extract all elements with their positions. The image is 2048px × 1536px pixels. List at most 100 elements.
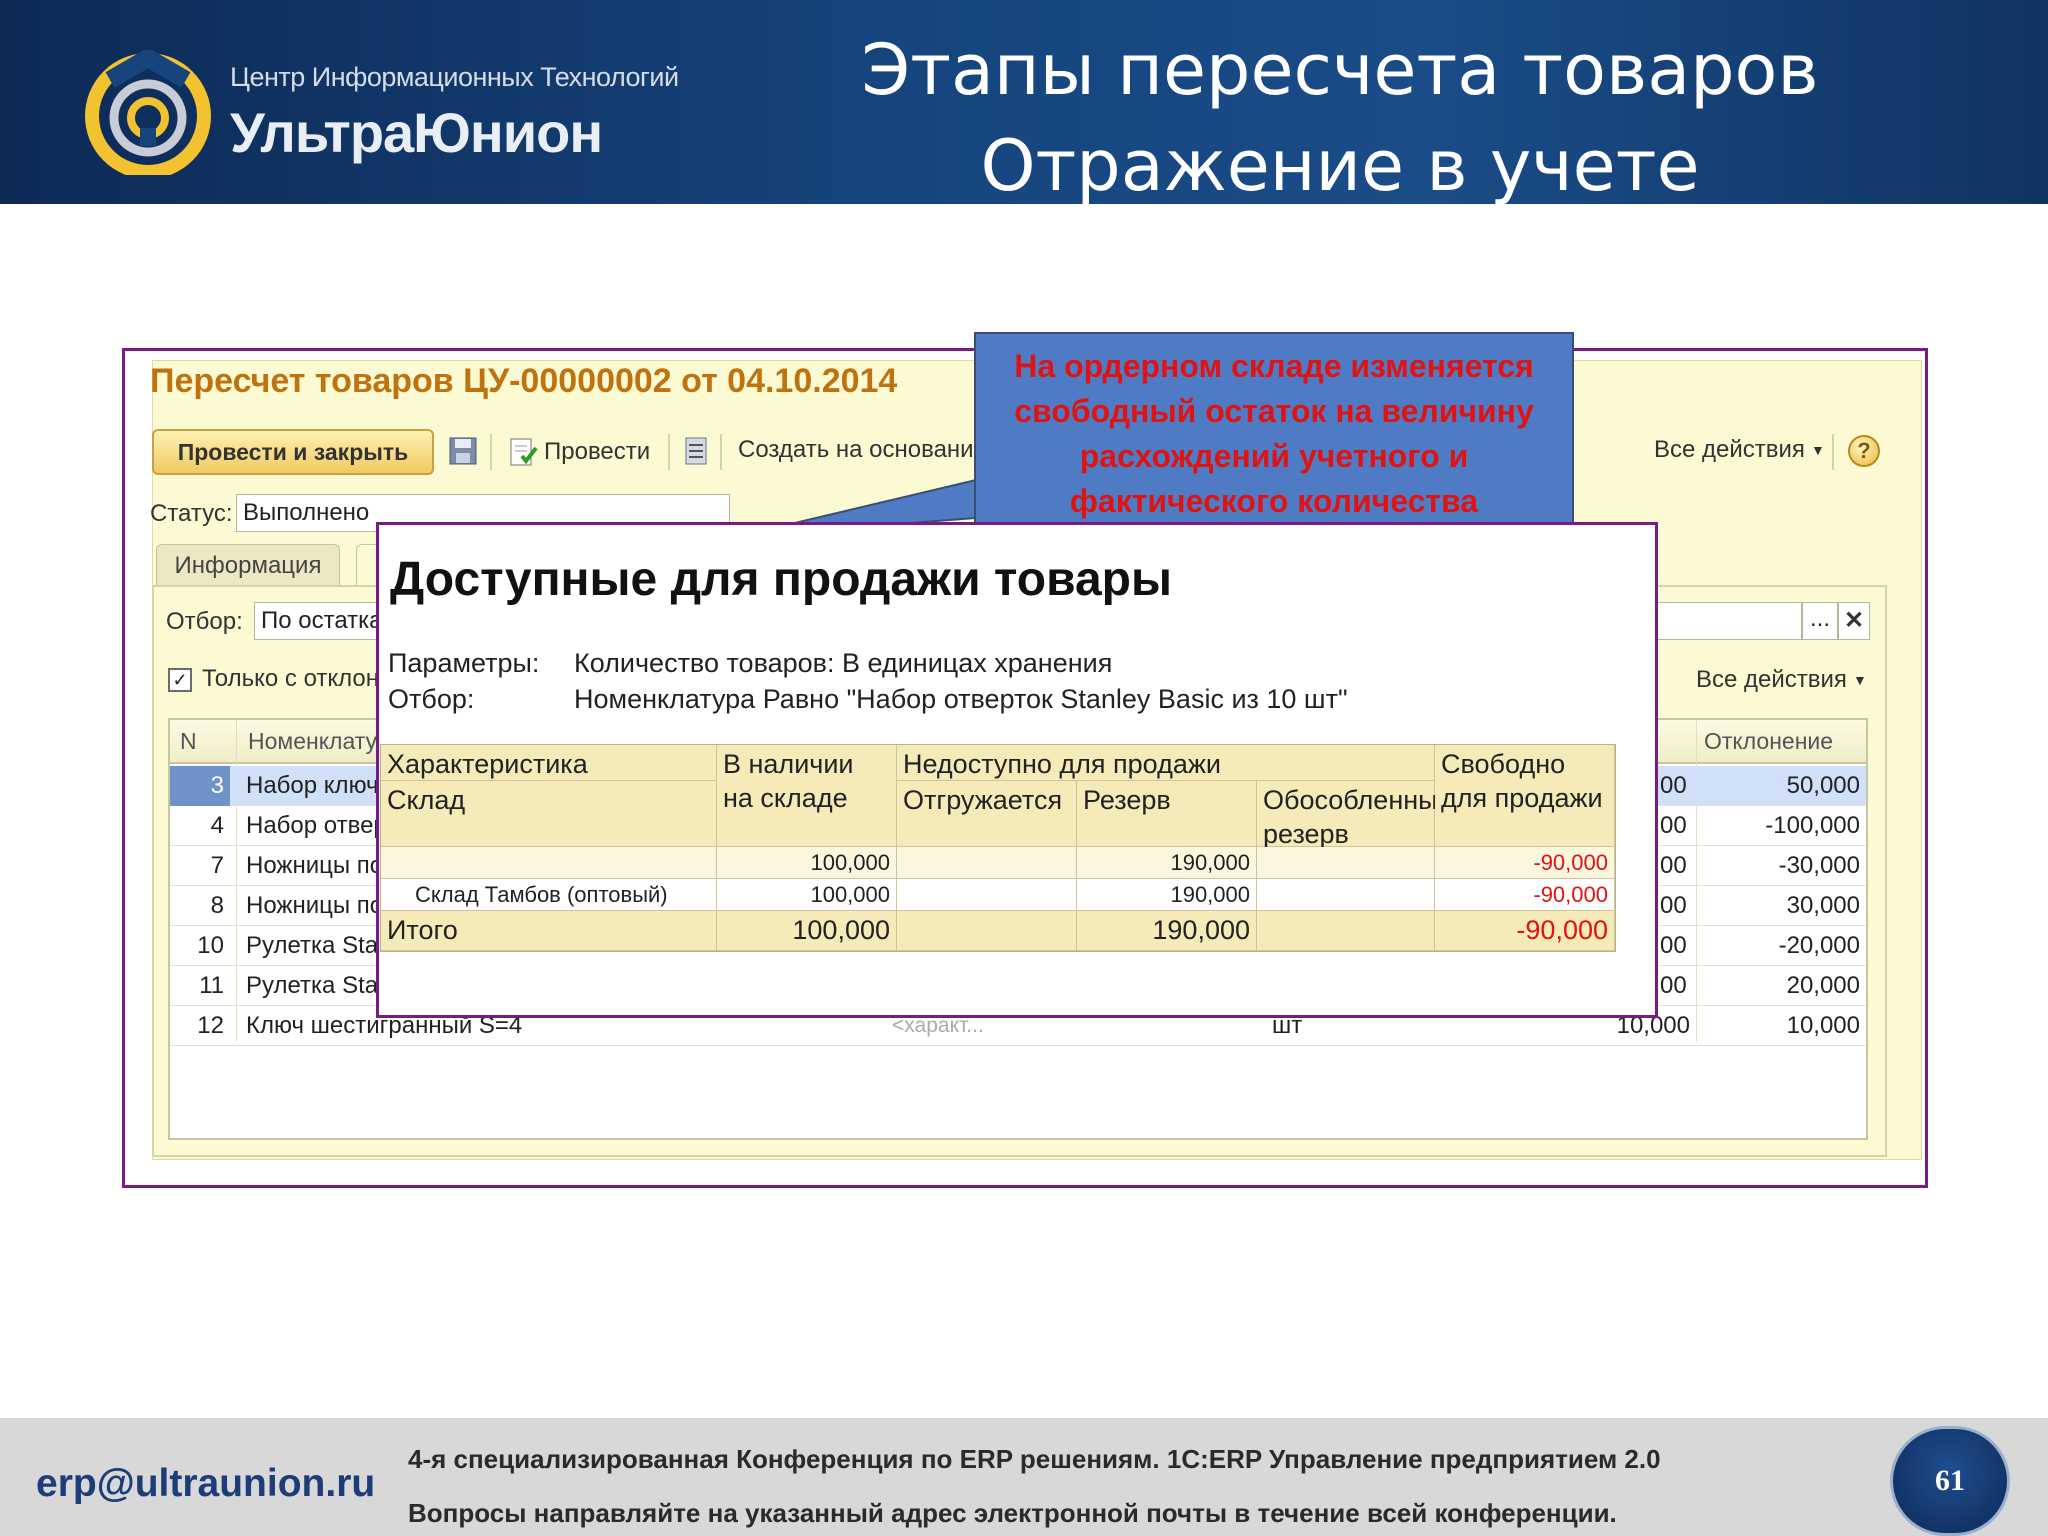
post-button-label: Провести [544, 438, 651, 465]
callout-note: На ордерном складе изменяется свободный … [974, 332, 1574, 532]
header-unavailable: Недоступно для продажи [897, 745, 1435, 781]
floppy-disk-icon [449, 437, 477, 465]
total-reserve: 190,000 [1077, 911, 1257, 951]
footer-questions-line: Вопросы направляйте на указанный адрес э… [408, 1498, 1617, 1528]
row-name: Ножницы по [246, 852, 384, 879]
create-based-on-label: Создать на основании [738, 436, 987, 463]
title-line-1: Этапы пересчета товаров [861, 29, 1819, 111]
row-name: Ножницы по [246, 892, 384, 919]
ultraunion-logo-icon [85, 50, 211, 175]
brand-subtitle: Центр Информационных Технологий [230, 62, 679, 92]
row1-separate-reserve [1257, 847, 1435, 879]
header-shipping: Отгружается [897, 781, 1077, 847]
post-document-icon [510, 438, 538, 466]
row2-available: 100,000 [717, 879, 897, 911]
row-quantity: 00 [1660, 852, 1687, 879]
only-deviations-label: Только с отклон [202, 665, 380, 692]
row2-reserve: 190,000 [1077, 879, 1257, 911]
row-number: 7 [210, 852, 224, 879]
report-filter-label: Отбор: [388, 684, 475, 714]
row-number: 10 [197, 932, 224, 959]
dropdown-arrow-icon: ▼ [1810, 442, 1825, 458]
row-number: 8 [210, 892, 224, 919]
page-number: 61 [1890, 1426, 2010, 1536]
post-and-close-button[interactable]: Провести и закрыть [152, 429, 434, 475]
row-name: Набор ключ [246, 772, 379, 799]
grid-all-actions-label: Все действия [1696, 666, 1847, 693]
only-deviations-checkbox[interactable]: ✓ [168, 668, 192, 692]
row-quantity: 00 [1660, 812, 1687, 839]
report-filter-value: Номенклатура Равно "Набор отверток Stanl… [574, 684, 1348, 714]
col-deviation: Отклонение [1704, 728, 1834, 754]
row-number: 3 [170, 766, 230, 806]
row-deviation: -30,000 [1778, 852, 1860, 879]
col-nomenclature: Номенклату [248, 728, 378, 754]
row-name: Рулетка Sta [246, 932, 379, 959]
row2-separate-reserve [1257, 879, 1435, 911]
header-warehouse: Склад [381, 781, 717, 847]
row-deviation: 10,000 [1786, 1012, 1860, 1039]
header-reserve: Резерв [1077, 781, 1257, 847]
create-based-on-button[interactable]: Создать на основании [738, 436, 987, 464]
filter-label: Отбор: [166, 608, 243, 635]
row-quantity: 00 [1660, 892, 1687, 919]
row2-shipping [897, 879, 1077, 911]
report-title: Доступные для продажи товары [390, 553, 1172, 606]
total-separate-reserve [1257, 911, 1435, 951]
header-available: В наличии на складе [717, 745, 897, 847]
grid-all-actions-button[interactable]: Все действия ▼ [1696, 666, 1867, 694]
save-button[interactable] [448, 436, 478, 466]
total-shipping [897, 911, 1077, 951]
slide: Центр Информационных Технологий УльтраЮн… [0, 0, 2048, 1536]
row2-warehouse: Склад Тамбов (оптовый) [381, 879, 717, 911]
title-line-2: Отражение в учете [980, 125, 1700, 207]
row-deviation: 50,000 [1786, 772, 1860, 799]
header-characteristic: Характеристика [381, 745, 717, 781]
header-separate-reserve: Обособленный резерв [1257, 781, 1453, 849]
row2-free: -90,000 [1435, 879, 1615, 911]
dropdown-arrow-icon: ▼ [1852, 672, 1867, 688]
row-deviation: -20,000 [1778, 932, 1860, 959]
list-icon-button[interactable] [684, 436, 708, 466]
brand-name: УльтраЮнион [230, 101, 603, 164]
help-icon[interactable]: ? [1848, 435, 1880, 467]
status-label: Статус: [150, 500, 233, 527]
col-n: N [180, 728, 197, 754]
row1-reserve: 190,000 [1077, 847, 1257, 879]
toolbar-separator [720, 434, 722, 470]
toolbar-separator [1832, 434, 1834, 470]
row-number: 12 [197, 1012, 224, 1039]
toolbar-separator [668, 434, 670, 470]
row1-available: 100,000 [717, 847, 897, 879]
footer-conference-line: 4-я специализированная Конференция по ER… [408, 1444, 1661, 1474]
tab-information[interactable]: Информация [156, 544, 340, 586]
all-actions-button[interactable]: Все действия ▼ [1654, 436, 1825, 464]
row1-free: -90,000 [1435, 847, 1615, 879]
row-deviation: 30,000 [1786, 892, 1860, 919]
filter-select-button[interactable]: ... [1802, 602, 1838, 640]
row-name: Набор отвер [246, 812, 387, 839]
toolbar-separator [490, 434, 492, 470]
row-number: 11 [199, 972, 224, 999]
total-free: -90,000 [1435, 911, 1615, 951]
total-label: Итого [381, 911, 717, 951]
post-button[interactable]: Провести [508, 436, 650, 468]
row-deviation: 20,000 [1786, 972, 1860, 999]
row1-shipping [897, 847, 1077, 879]
list-icon [685, 437, 707, 465]
params-value: Количество товаров: В единицах хранения [574, 648, 1113, 678]
slide-title: Этапы пересчета товаров Отражение в учет… [820, 22, 1860, 214]
params-label: Параметры: [388, 648, 540, 678]
contact-email[interactable]: erp@ultraunion.ru [36, 1462, 375, 1506]
filter-clear-icon[interactable]: ✕ [1838, 602, 1870, 640]
row-quantity: 00 [1660, 972, 1687, 999]
row-quantity: 00 [1660, 932, 1687, 959]
row-deviation: -100,000 [1765, 812, 1860, 839]
document-title: Пересчет товаров ЦУ-00000002 от 04.10.20… [150, 362, 898, 400]
row-name: Рулетка Sta [246, 972, 379, 999]
total-available: 100,000 [717, 911, 897, 951]
header-free: Свободно для продажи [1435, 745, 1615, 847]
row-quantity: 00 [1660, 772, 1687, 799]
row-number: 4 [210, 812, 224, 839]
row1-warehouse [381, 847, 717, 879]
